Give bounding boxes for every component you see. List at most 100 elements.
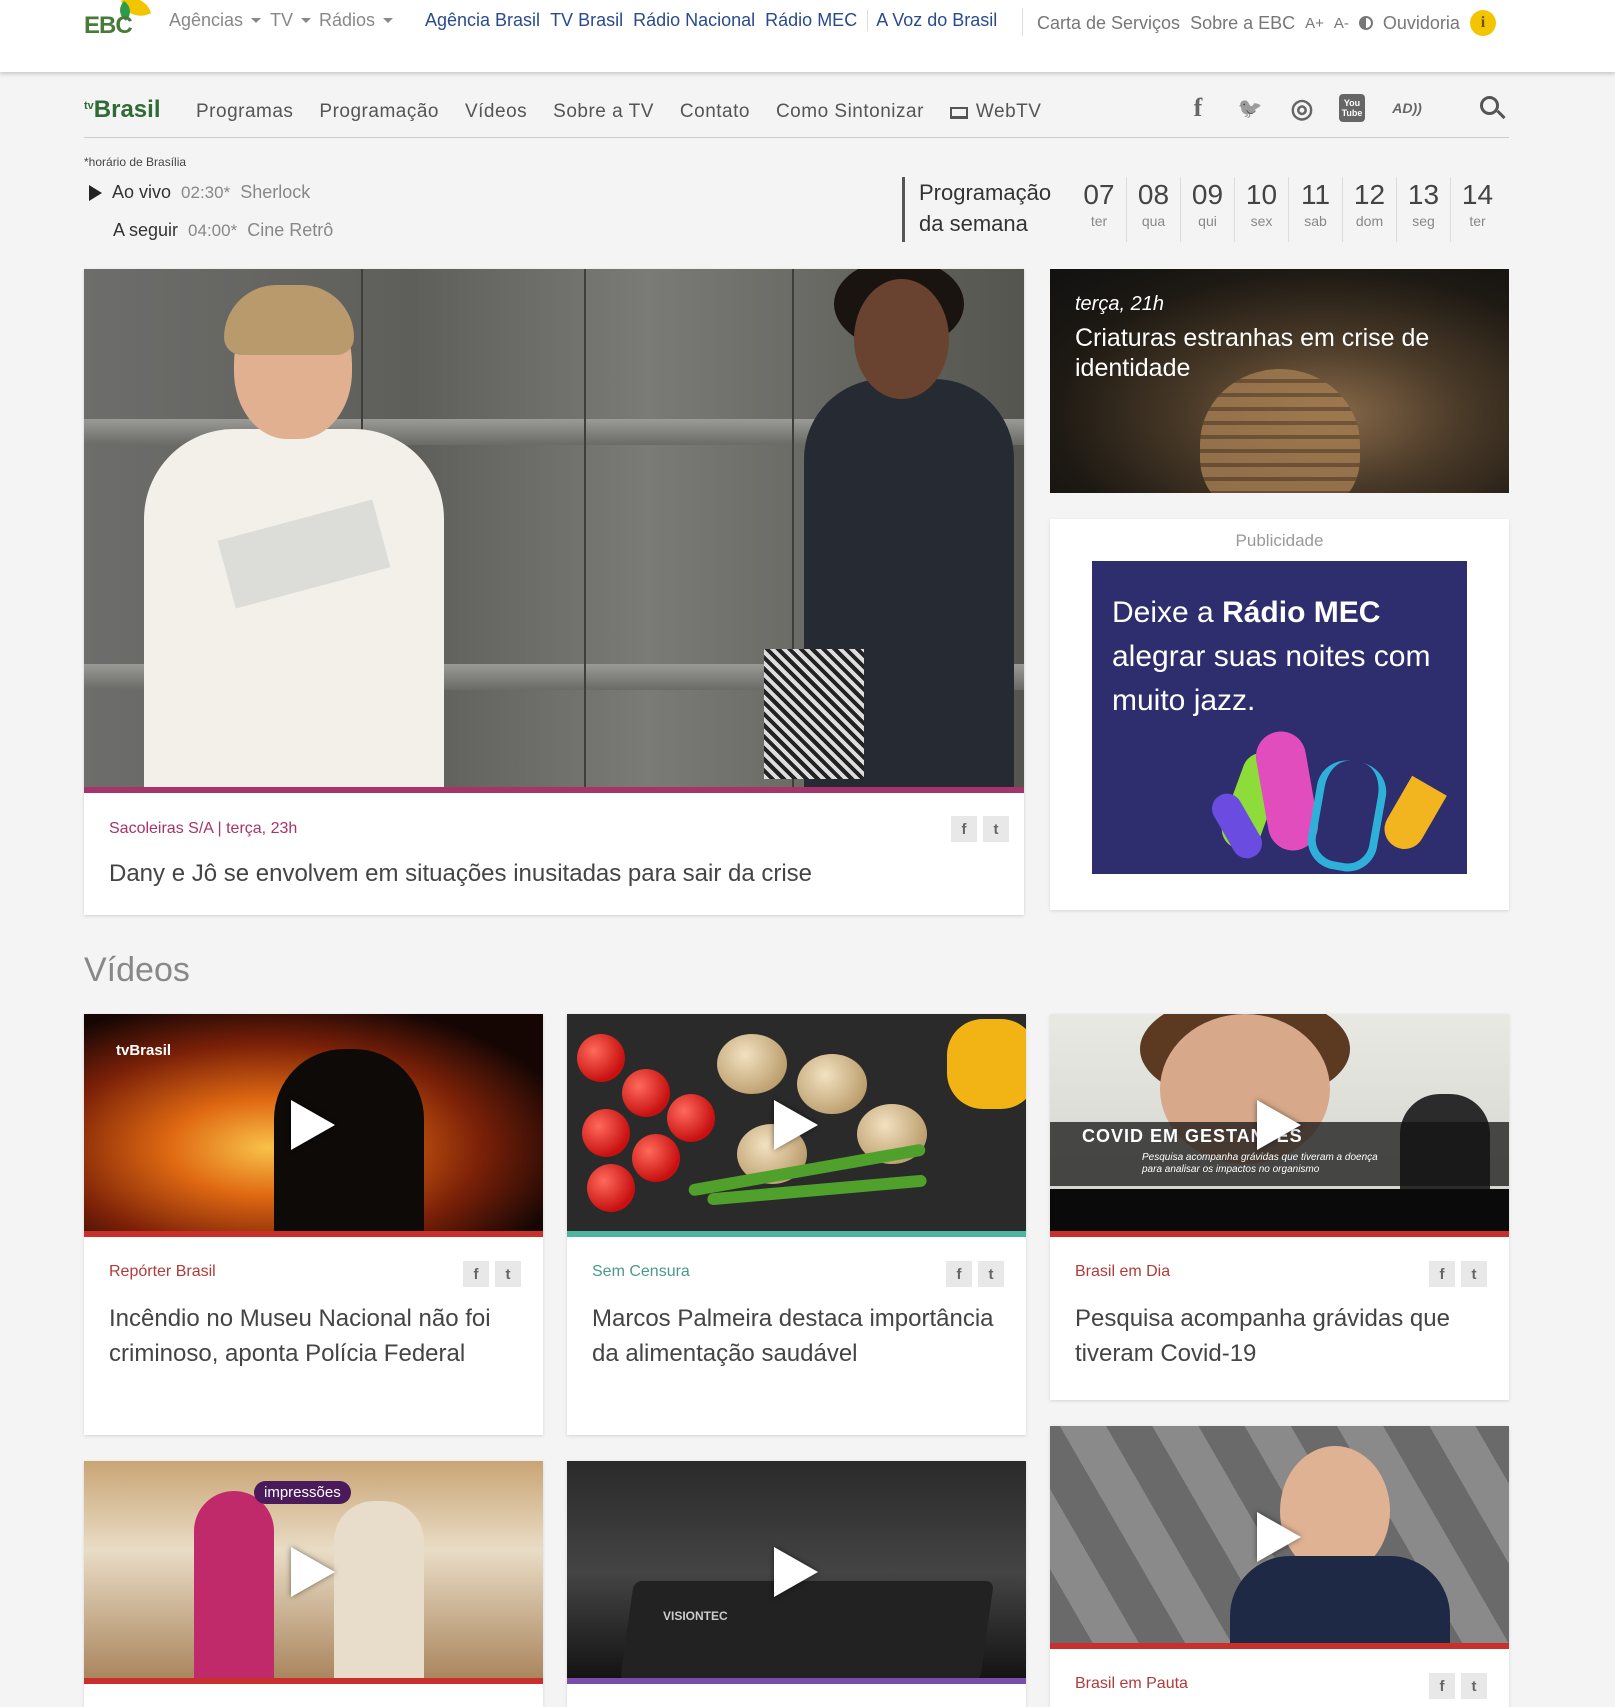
video-card[interactable]: VISIONTEC bbox=[567, 1461, 1026, 1707]
day-13[interactable]: 13 seg bbox=[1396, 177, 1450, 242]
share-twitter-icon[interactable]: t bbox=[983, 816, 1009, 842]
share-twitter-icon[interactable]: t bbox=[1461, 1673, 1487, 1699]
share-facebook-icon[interactable]: f bbox=[463, 1261, 489, 1287]
play-icon[interactable] bbox=[291, 1100, 335, 1150]
promo-card[interactable]: terça, 21h Criaturas estranhas em crise … bbox=[1050, 269, 1509, 493]
ad-label: Publicidade bbox=[1235, 531, 1324, 550]
link-agencia-brasil[interactable]: Agência Brasil bbox=[425, 10, 540, 31]
video-thumbnail[interactable]: tvBrasil bbox=[84, 1014, 543, 1237]
videos-heading[interactable]: Vídeos bbox=[84, 951, 190, 990]
day-10[interactable]: 10 sex bbox=[1234, 177, 1288, 242]
play-icon[interactable] bbox=[774, 1100, 818, 1150]
share-facebook-icon[interactable]: f bbox=[1429, 1673, 1455, 1699]
person-left bbox=[124, 285, 444, 787]
link-ouvidoria[interactable]: Ouvidoria bbox=[1383, 13, 1460, 34]
utility-links: Carta de Serviços Sobre a EBC A+ A- Ouvi… bbox=[1037, 10, 1496, 36]
nav-webtv[interactable]: WebTV bbox=[949, 101, 1042, 123]
link-sobre-a-ebc[interactable]: Sobre a EBC bbox=[1190, 13, 1295, 34]
ad-banner[interactable]: Deixe a Rádio MEC alegrar suas noites com… bbox=[1092, 561, 1467, 874]
day-08[interactable]: 08 qua bbox=[1126, 177, 1180, 242]
day-12[interactable]: 12 dom bbox=[1342, 177, 1396, 242]
link-radio-nacional[interactable]: Rádio Nacional bbox=[633, 10, 755, 31]
video-card[interactable]: COVID EM GESTANTES Pesquisa acompanha gr… bbox=[1050, 1014, 1509, 1400]
video-program[interactable]: Brasil em Pauta bbox=[1075, 1675, 1485, 1693]
day-11[interactable]: 11 sab bbox=[1288, 177, 1342, 242]
facebook-icon[interactable]: f bbox=[1183, 93, 1213, 122]
video-card[interactable]: impressões bbox=[84, 1461, 543, 1707]
link-carta-de-servicos[interactable]: Carta de Serviços bbox=[1037, 13, 1180, 34]
hero-card[interactable]: Sacoleiras S/A | terça, 23h f t Dany e J… bbox=[84, 269, 1024, 915]
video-card[interactable]: Brasil em Pauta ft bbox=[1050, 1426, 1509, 1707]
contrast-icon[interactable] bbox=[1358, 16, 1373, 30]
promo-title[interactable]: Criaturas estranhas em crise de identida… bbox=[1075, 323, 1475, 383]
tv-brasil-logo[interactable]: tvBrasil bbox=[84, 96, 160, 124]
video-thumbnail[interactable] bbox=[1050, 1426, 1509, 1649]
nav-contato[interactable]: Contato bbox=[680, 101, 750, 123]
video-title[interactable]: Incêndio no Museu Nacional não foi crimi… bbox=[109, 1301, 519, 1371]
share-facebook-icon[interactable]: f bbox=[1429, 1261, 1455, 1287]
info-icon[interactable]: i bbox=[1469, 10, 1496, 36]
play-icon[interactable] bbox=[291, 1547, 335, 1597]
chevron-down-icon bbox=[301, 18, 312, 23]
video-card[interactable]: tvBrasil Repórter Brasil ft Incêndio no … bbox=[84, 1014, 543, 1435]
share-twitter-icon[interactable]: t bbox=[1461, 1261, 1487, 1287]
day-07[interactable]: 07 ter bbox=[1072, 177, 1126, 242]
elevator-seam bbox=[584, 269, 586, 787]
live-label: Ao vivo bbox=[112, 182, 172, 202]
nav-programacao[interactable]: Programação bbox=[319, 101, 439, 123]
next-label: A seguir bbox=[113, 220, 179, 240]
audio-description-icon[interactable]: AD)) bbox=[1387, 94, 1427, 122]
font-decrease-button[interactable]: A- bbox=[1334, 15, 1349, 32]
hero-title[interactable]: Dany e Jô se envolvem em situações inusi… bbox=[109, 856, 989, 891]
nav-divider bbox=[84, 137, 1509, 138]
play-icon[interactable] bbox=[1257, 1100, 1301, 1150]
video-title[interactable]: Pesquisa acompanha grávidas que tiveram … bbox=[1075, 1301, 1485, 1371]
now-playing[interactable]: Ao vivo 02:30* Sherlock bbox=[89, 182, 310, 203]
saxophone-illustration bbox=[1302, 755, 1392, 874]
week-schedule-title[interactable]: Programação da semana bbox=[902, 177, 1072, 242]
video-card[interactable]: Sem Censura ft Marcos Palmeira destaca i… bbox=[567, 1014, 1026, 1435]
day-09[interactable]: 09 qui bbox=[1180, 177, 1234, 242]
play-icon[interactable] bbox=[1257, 1512, 1301, 1562]
video-thumbnail[interactable] bbox=[567, 1014, 1026, 1237]
search-icon[interactable] bbox=[1480, 96, 1506, 122]
nav-videos[interactable]: Vídeos bbox=[465, 101, 527, 123]
hero-meta[interactable]: Sacoleiras S/A | terça, 23h bbox=[109, 820, 297, 838]
instagram-icon[interactable]: ◎ bbox=[1287, 93, 1317, 123]
laptop-icon bbox=[949, 107, 968, 119]
video-program[interactable]: Repórter Brasil bbox=[109, 1263, 519, 1281]
chevron-down-icon bbox=[251, 18, 262, 23]
menu-agencias[interactable]: Agências bbox=[169, 10, 262, 31]
youtube-icon[interactable]: You Tube bbox=[1339, 94, 1365, 122]
divider bbox=[1022, 8, 1023, 36]
video-thumbnail[interactable]: impressões bbox=[84, 1461, 543, 1684]
share-facebook-icon[interactable]: f bbox=[951, 816, 977, 842]
nav-como-sintonizar[interactable]: Como Sintonizar bbox=[776, 101, 924, 123]
armadillo-image bbox=[1200, 369, 1360, 493]
share-twitter-icon[interactable]: t bbox=[495, 1261, 521, 1287]
link-a-voz-do-brasil[interactable]: A Voz do Brasil bbox=[867, 10, 997, 31]
share-facebook-icon[interactable]: f bbox=[946, 1261, 972, 1287]
video-program[interactable]: Brasil em Dia bbox=[1075, 1263, 1485, 1281]
hero-color-bar bbox=[84, 787, 1024, 793]
up-next[interactable]: A seguir 04:00* Cine Retrô bbox=[113, 220, 333, 241]
font-increase-button[interactable]: A+ bbox=[1305, 15, 1324, 32]
nav-programas[interactable]: Programas bbox=[196, 101, 293, 123]
video-program[interactable]: Sem Censura bbox=[592, 1263, 1002, 1281]
video-thumbnail[interactable]: COVID EM GESTANTES Pesquisa acompanha gr… bbox=[1050, 1014, 1509, 1237]
menu-tv[interactable]: TV bbox=[270, 10, 312, 31]
nav-sobre-a-tv[interactable]: Sobre a TV bbox=[553, 101, 654, 123]
play-icon[interactable] bbox=[774, 1547, 818, 1597]
video-title[interactable]: Marcos Palmeira destaca importância da a… bbox=[592, 1301, 1002, 1371]
day-14[interactable]: 14 ter bbox=[1450, 177, 1504, 242]
hero-image[interactable] bbox=[84, 269, 1024, 787]
twitter-icon[interactable]: 🐦 bbox=[1235, 94, 1265, 122]
link-radio-mec[interactable]: Rádio MEC bbox=[765, 10, 857, 31]
brand-links: Agência Brasil TV Brasil Rádio Nacional … bbox=[425, 10, 997, 31]
share-buttons: f t bbox=[951, 816, 1009, 842]
share-twitter-icon[interactable]: t bbox=[978, 1261, 1004, 1287]
video-thumbnail[interactable]: VISIONTEC bbox=[567, 1461, 1026, 1684]
ebc-logo[interactable]: EBC bbox=[84, 0, 154, 42]
menu-radios[interactable]: Rádios bbox=[319, 10, 394, 31]
link-tv-brasil[interactable]: TV Brasil bbox=[550, 10, 623, 31]
